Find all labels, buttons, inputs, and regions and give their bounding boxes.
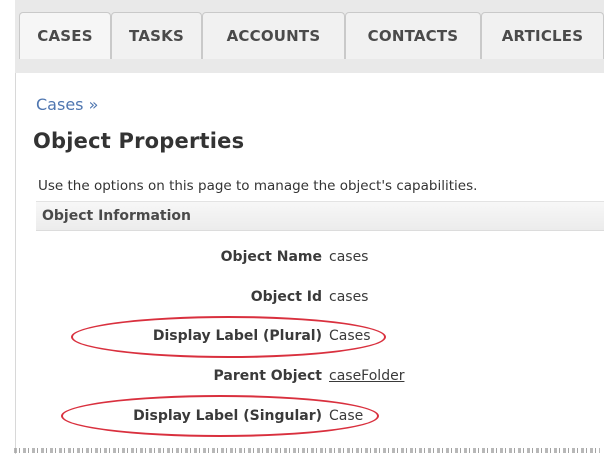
tab-accounts[interactable]: ACCOUNTS (202, 12, 345, 59)
tab-bar: CASES TASKS ACCOUNTS CONTACTS ARTICLES (15, 0, 604, 74)
field-row-object-id: Object Id cases (36, 289, 604, 311)
tab-articles[interactable]: ARTICLES (481, 12, 604, 59)
section-title: Object Information (42, 208, 191, 224)
tab-tasks[interactable]: TASKS (111, 12, 202, 59)
field-value-object-name: cases (329, 249, 369, 265)
tab-cases[interactable]: CASES (19, 12, 111, 59)
section-header-object-information: Object Information (36, 201, 604, 231)
field-row-display-label-singular: Display Label (Singular) Case (36, 408, 604, 430)
field-label-display-label-plural: Display Label (Plural) (152, 328, 322, 344)
field-value-display-label-singular: Case (329, 408, 364, 424)
field-label-object-id: Object Id (250, 289, 322, 305)
field-row-parent-object: Parent Object caseFolder (36, 368, 604, 390)
field-label-object-name: Object Name (220, 249, 322, 265)
field-value-display-label-plural: Cases (329, 328, 371, 344)
page-description: Use the options on this page to manage t… (38, 178, 478, 194)
page-title: Object Properties (33, 129, 245, 153)
parent-object-link[interactable]: caseFolder (329, 368, 404, 384)
tab-contacts[interactable]: CONTACTS (345, 12, 481, 59)
page-frame: CASES TASKS ACCOUNTS CONTACTS ARTICLES C… (0, 0, 604, 454)
breadcrumb-cases-link[interactable]: Cases » (36, 95, 98, 114)
field-label-parent-object: Parent Object (213, 368, 322, 384)
field-row-display-label-plural: Display Label (Plural) Cases (36, 328, 604, 350)
cutoff-line (14, 448, 600, 453)
cutoff-text-fragment (0, 442, 604, 454)
field-label-display-label-singular: Display Label (Singular) (133, 408, 322, 424)
field-row-object-name: Object Name cases (36, 249, 604, 271)
main-content: Cases » Object Properties Use the option… (15, 73, 604, 454)
field-value-object-id: cases (329, 289, 369, 305)
